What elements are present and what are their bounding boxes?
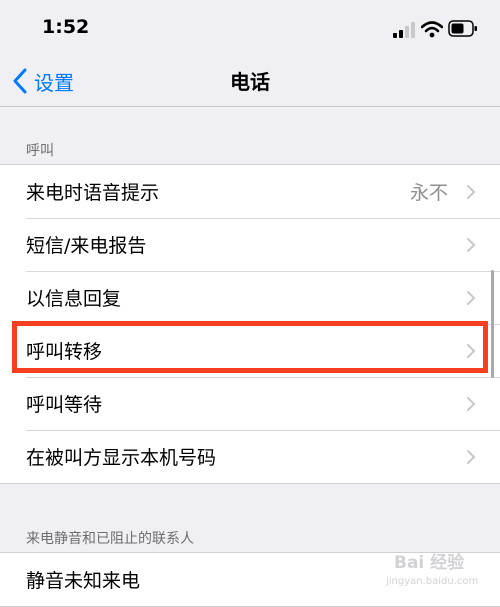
watermark-text: Bai 经验 — [394, 553, 465, 573]
status-bar: 1:52 — [0, 0, 500, 56]
watermark-sub: jingyan.baidu.com — [386, 576, 479, 587]
row-label: 呼叫转移 — [26, 341, 103, 363]
row-call-forwarding[interactable]: 呼叫转移 — [0, 324, 500, 377]
status-time: 1:52 — [42, 16, 90, 38]
row-label: 呼叫等待 — [26, 394, 103, 416]
battery-icon — [448, 20, 477, 37]
chevron-right-icon — [467, 449, 476, 464]
watermark: Bai 经验 jingyan.baidu.com — [372, 546, 492, 596]
signal-icon — [393, 22, 415, 38]
chevron-right-icon — [467, 343, 476, 358]
row-label: 静音未知来电 — [26, 570, 141, 592]
row-label: 以信息回复 — [26, 288, 122, 310]
row-announce-calls[interactable]: 来电时语音提示 永不 — [0, 165, 500, 218]
calls-group: 来电时语音提示 永不 短信/来电报告 以信息回复 呼叫转移 呼叫等待 在被叫方显… — [0, 164, 500, 484]
page-title: 电话 — [230, 70, 270, 94]
chevron-right-icon — [467, 237, 476, 252]
chevron-right-icon — [467, 184, 476, 199]
row-respond-with-text[interactable]: 以信息回复 — [0, 271, 500, 324]
wifi-icon — [421, 21, 443, 38]
chevron-right-icon — [467, 290, 476, 305]
row-show-caller-id[interactable]: 在被叫方显示本机号码 — [0, 430, 500, 483]
section-header-calls: 呼叫 — [26, 143, 54, 159]
row-value: 永不 — [409, 182, 448, 204]
chevron-right-icon — [467, 396, 476, 411]
scroll-indicator[interactable] — [491, 270, 494, 378]
row-label: 来电时语音提示 — [26, 182, 160, 204]
row-sms-call-reporting[interactable]: 短信/来电报告 — [0, 218, 500, 271]
navigation-bar: 设置 电话 — [0, 56, 500, 107]
row-label: 短信/来电报告 — [26, 235, 147, 257]
row-label: 在被叫方显示本机号码 — [26, 447, 217, 469]
section-header-silence-blocked: 来电静音和已阻止的联系人 — [26, 531, 194, 547]
row-call-waiting[interactable]: 呼叫等待 — [0, 377, 500, 430]
